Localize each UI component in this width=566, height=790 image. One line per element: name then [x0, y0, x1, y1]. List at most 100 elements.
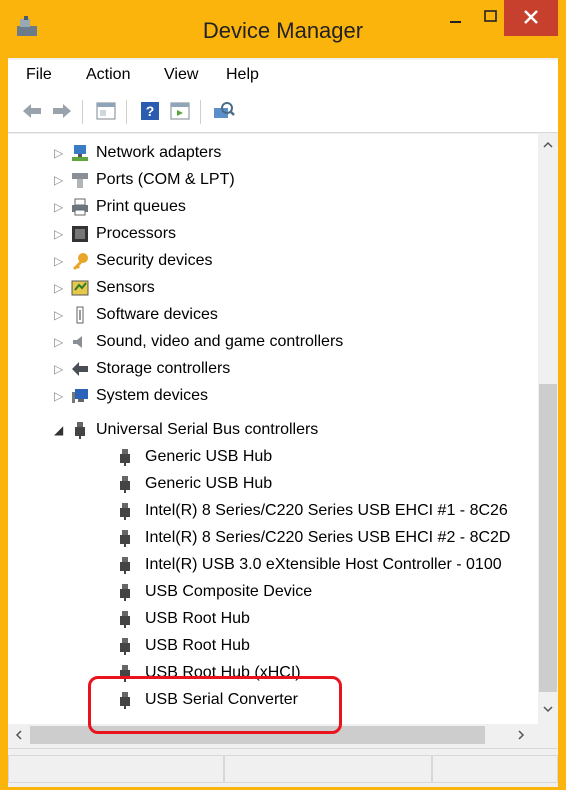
minimize-button[interactable] [438, 0, 472, 36]
tree-item-usb-device[interactable]: Intel(R) 8 Series/C220 Series USB EHCI #… [8, 525, 538, 552]
forward-arrow-icon[interactable] [50, 100, 74, 122]
tree-item-label: Universal Serial Bus controllers [96, 421, 319, 438]
tree-item-label: USB Root Hub [145, 637, 250, 654]
tree-item-usb-device[interactable]: Intel(R) USB 3.0 eXtensible Host Control… [8, 552, 538, 579]
expand-chevron-icon[interactable]: ▷ [54, 308, 63, 322]
close-button[interactable] [504, 0, 558, 36]
expand-chevron-icon[interactable]: ▷ [54, 362, 63, 376]
tree-item-label: Generic USB Hub [145, 448, 273, 465]
tree-item-processors[interactable]: ▷ Processors [8, 221, 538, 248]
tree-item-label: Storage controllers [96, 360, 231, 377]
vertical-scrollbar[interactable] [538, 134, 558, 724]
software-device-icon [76, 306, 84, 324]
usb-plug-icon [75, 422, 85, 439]
usb-plug-icon [120, 584, 130, 601]
usb-plug-icon [120, 638, 130, 655]
device-manager-window: Device Manager File Action View Help ? ▷ [0, 0, 566, 790]
menu-file[interactable]: File [26, 66, 52, 84]
tree-item-software-devices[interactable]: ▷ Software devices [8, 302, 538, 329]
storage-controller-icon [72, 362, 88, 376]
port-icon [72, 173, 88, 188]
scroll-right-arrow-icon[interactable] [516, 730, 526, 740]
scroll-left-arrow-icon[interactable] [14, 730, 24, 740]
window-border-left [0, 58, 8, 790]
help-icon[interactable]: ? [138, 100, 162, 122]
scan-hardware-icon[interactable] [212, 100, 236, 122]
tree-item-system-devices[interactable]: ▷ System devices [8, 383, 538, 410]
system-device-icon [72, 389, 88, 403]
tree-item-ports[interactable]: ▷ Ports (COM & LPT) [8, 167, 538, 194]
tree-item-label: Sound, video and game controllers [96, 333, 344, 350]
minimize-icon [450, 21, 461, 23]
menu-help[interactable]: Help [226, 66, 259, 84]
tree-item-sensors[interactable]: ▷ Sensors [8, 275, 538, 302]
update-driver-icon[interactable] [168, 100, 192, 122]
scroll-down-arrow-icon[interactable] [543, 704, 553, 714]
expand-chevron-icon[interactable]: ▷ [54, 335, 63, 349]
tree-item-label: Intel(R) 8 Series/C220 Series USB EHCI #… [145, 529, 511, 546]
usb-plug-icon [120, 503, 130, 520]
toolbar-separator [200, 100, 201, 124]
usb-plug-icon [120, 530, 130, 547]
tree-item-label: Intel(R) USB 3.0 eXtensible Host Control… [145, 556, 502, 573]
tree-item-usb-device[interactable]: Generic USB Hub [8, 471, 538, 498]
toolbar-separator [82, 100, 83, 124]
tree-item-label: Intel(R) 8 Series/C220 Series USB EHCI #… [145, 502, 508, 519]
expand-chevron-icon[interactable]: ▷ [54, 389, 63, 403]
back-arrow-icon[interactable] [20, 100, 44, 122]
tree-item-label: System devices [96, 387, 209, 404]
expand-chevron-icon[interactable]: ▷ [54, 254, 63, 268]
tree-item-storage-controllers[interactable]: ▷ Storage controllers [8, 356, 538, 383]
tree-item-usb-device[interactable]: USB Root Hub [8, 633, 538, 660]
tree-item-usb-device[interactable]: Generic USB Hub [8, 444, 538, 471]
collapse-triangle-icon[interactable]: ◢ [54, 423, 63, 437]
expand-chevron-icon[interactable]: ▷ [54, 200, 63, 214]
title-bar[interactable]: Device Manager [0, 0, 566, 58]
scroll-up-arrow-icon[interactable] [543, 140, 553, 150]
tree-item-print-queues[interactable]: ▷ Print queues [8, 194, 538, 221]
usb-plug-icon [120, 449, 130, 466]
status-pane [8, 755, 224, 783]
expand-chevron-icon[interactable]: ▷ [54, 227, 63, 241]
highlight-annotation [88, 676, 342, 734]
tree-item-label: Sensors [96, 279, 155, 296]
vertical-scroll-thumb[interactable] [539, 384, 557, 692]
svg-text:?: ? [146, 103, 155, 119]
status-bar [8, 748, 558, 787]
status-pane [432, 755, 558, 783]
printer-icon [72, 198, 88, 216]
tree-item-usb-device[interactable]: USB Composite Device [8, 579, 538, 606]
sensor-icon [71, 280, 89, 296]
expand-chevron-icon[interactable]: ▷ [54, 146, 63, 160]
tree-item-usb-device[interactable]: Intel(R) 8 Series/C220 Series USB EHCI #… [8, 498, 538, 525]
properties-icon[interactable] [94, 100, 118, 122]
tree-item-label: USB Root Hub [145, 610, 250, 627]
tree-item-label: Print queues [96, 198, 186, 215]
tree-item-label: USB Composite Device [145, 583, 313, 600]
tree-item-label: Generic USB Hub [145, 475, 273, 492]
tree-item-network-adapters[interactable]: ▷ Network adapters [8, 140, 538, 167]
usb-plug-icon [120, 611, 130, 628]
device-tree[interactable]: ▷ Network adapters ▷ Ports (COM & LPT) ▷… [8, 134, 538, 724]
tree-item-label: Software devices [96, 306, 218, 323]
tree-item-label: Security devices [96, 252, 213, 269]
key-icon [73, 253, 88, 270]
tree-item-usb-controllers[interactable]: ◢ Universal Serial Bus controllers [8, 417, 538, 444]
tree-item-sound-video[interactable]: ▷ Sound, video and game controllers [8, 329, 538, 356]
expand-chevron-icon[interactable]: ▷ [54, 173, 63, 187]
menu-bar: File Action View Help [8, 60, 558, 92]
toolbar-separator [126, 100, 127, 124]
toolbar: ? [8, 92, 558, 133]
window-border-right [558, 58, 566, 790]
close-icon [524, 10, 538, 24]
tree-item-usb-device[interactable]: USB Root Hub [8, 606, 538, 633]
tree-item-label: Ports (COM & LPT) [96, 171, 235, 188]
usb-plug-icon [120, 476, 130, 493]
speaker-icon [73, 336, 82, 348]
tree-item-label: Processors [96, 225, 177, 242]
menu-view[interactable]: View [164, 66, 198, 84]
tree-item-security-devices[interactable]: ▷ Security devices [8, 248, 538, 275]
menu-action[interactable]: Action [86, 66, 130, 84]
expand-chevron-icon[interactable]: ▷ [54, 281, 63, 295]
status-pane [224, 755, 432, 783]
